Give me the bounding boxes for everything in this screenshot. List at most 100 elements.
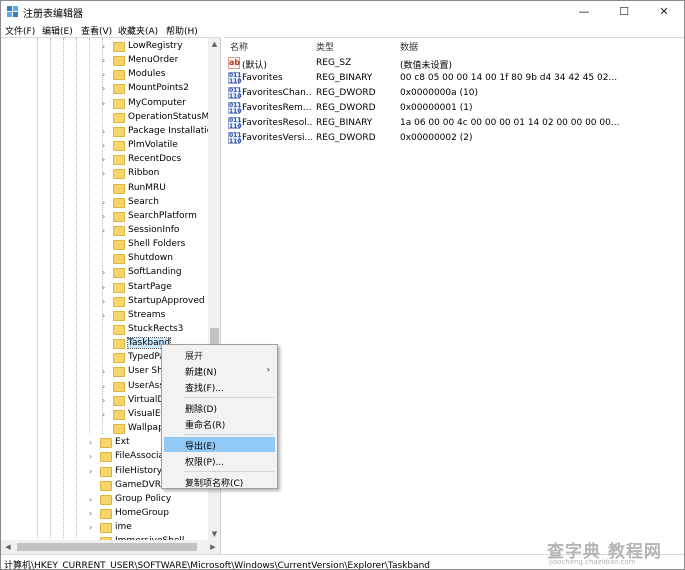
folder-icon [100,508,112,519]
expand-chevron-icon[interactable]: › [102,198,110,208]
value-data: 0x0000000a (10) [400,88,478,98]
context-menu-item[interactable]: 新建(N) › [164,363,275,378]
value-name: (默认) [242,61,268,71]
menu-edit[interactable]: 编辑(E) [42,24,73,37]
value-row[interactable]: 011 110 FavoritesVersi... REG_DWORD 0x00000… [224,131,684,146]
expand-chevron-icon[interactable]: › [102,311,110,321]
expand-chevron-icon[interactable]: › [102,367,110,377]
menu-view[interactable]: 查看(V) [81,24,112,37]
expand-chevron-icon[interactable]: › [102,410,110,420]
tree-item[interactable]: OperationStatusMa [1,111,215,125]
tree-item[interactable]: › MenuOrder [1,54,208,68]
tree-item-label: StuckRects3 [128,324,184,334]
expand-chevron-icon[interactable]: › [89,452,97,462]
context-menu-item[interactable]: 展开 [164,347,275,362]
tree-item[interactable]: StuckRects3 [1,323,208,337]
context-menu-item[interactable]: 重命名(R) [164,416,275,431]
column-name[interactable]: 名称 [230,40,248,53]
expand-chevron-icon[interactable]: › [102,70,110,80]
maximize-button[interactable]: ☐ [604,1,644,23]
scroll-left-icon[interactable]: ◀ [1,540,15,554]
tree-item[interactable]: › Group Policy [1,493,208,507]
context-menu-item-label: 展开 [185,352,204,362]
tree-item-label: RunMRU [128,182,166,193]
context-menu-item[interactable]: 复制项名称(C) [164,474,275,489]
tree-item-label: UserAss [128,380,165,391]
tree-item[interactable]: › MountPoints2 [1,82,208,96]
expand-chevron-icon[interactable]: › [102,127,110,137]
tree-item[interactable]: › SoftLanding [1,266,208,280]
context-menu-item[interactable]: 删除(D) [164,400,275,415]
minimize-button[interactable]: — [564,1,604,23]
value-row[interactable]: 011 110 FavoritesChan... REG_DWORD 0x000000… [224,86,684,101]
title-bar[interactable]: 注册表编辑器 — ☐ ✕ [1,1,684,23]
expand-chevron-icon[interactable]: › [102,283,110,293]
expand-chevron-icon[interactable]: › [89,438,97,448]
expand-chevron-icon[interactable]: › [102,212,110,222]
expand-chevron-icon[interactable]: › [89,523,97,533]
expand-chevron-icon[interactable]: › [102,56,110,66]
expand-chevron-icon[interactable]: › [102,169,110,179]
column-data[interactable]: 数据 [400,40,418,53]
value-row[interactable]: ab (默认) REG_SZ (数值未设置) [224,56,684,71]
context-menu-item-label: 导出(E) [185,442,216,452]
context-menu-item[interactable]: 查找(F)... [164,379,275,394]
tree-item[interactable]: Shell Folders [1,238,208,252]
tree-item[interactable]: RunMRU [1,182,208,196]
tree-item[interactable]: › Package Installation [1,125,218,139]
tree-item[interactable]: › HomeGroup [1,507,208,521]
expand-chevron-icon[interactable]: › [102,141,110,151]
folder-icon [113,211,125,222]
tree-item[interactable]: › Search [1,196,208,210]
value-row[interactable]: 011 110 FavoritesRem... REG_DWORD 0x0000000… [224,101,684,116]
column-type[interactable]: 类型 [316,40,334,53]
menu-favorites[interactable]: 收藏夹(A) [118,24,158,37]
expand-chevron-icon[interactable]: › [102,297,110,307]
menu-bar: 文件(F) 编辑(E) 查看(V) 收藏夹(A) 帮助(H) [1,23,684,37]
context-menu-item[interactable]: 导出(E) [164,437,275,452]
values-list-pane[interactable]: 名称 类型 数据 ab (默认) REG_SZ (数值未设置) 011 110 Favor… [224,37,684,554]
hscroll-thumb[interactable] [17,543,197,551]
expand-chevron-icon[interactable]: › [102,84,110,94]
tree-item[interactable]: › SessionInfo [1,224,208,238]
tree-item[interactable]: › PlmVolatile [1,139,208,153]
tree-item[interactable]: › StartupApproved [1,295,208,309]
expand-chevron-icon[interactable]: › [89,467,97,477]
tree-item-label: StartupApproved [128,295,205,306]
context-menu-item[interactable]: 权限(P)... [164,453,275,468]
menu-help[interactable]: 帮助(H) [166,24,198,37]
expand-chevron-icon[interactable]: › [102,42,110,52]
expand-chevron-icon[interactable]: › [89,495,97,505]
tree-item[interactable]: › ime [1,521,208,535]
scroll-up-icon[interactable]: ▲ [208,38,220,51]
tree-item[interactable]: › MyComputer [1,97,208,111]
expand-chevron-icon[interactable]: › [89,509,97,519]
scroll-right-icon[interactable]: ▶ [206,540,220,554]
tree-item[interactable]: Shutdown [1,252,208,266]
tree-item[interactable]: › StartPage [1,281,208,295]
tree-item[interactable]: › Streams [1,309,208,323]
tree-item[interactable]: › SearchPlatform [1,210,208,224]
expand-chevron-icon[interactable]: › [102,396,110,406]
expand-chevron-icon[interactable]: › [102,155,110,165]
tree-item[interactable]: › Modules [1,68,208,82]
context-menu-item-label: 删除(D) [185,405,217,415]
close-button[interactable]: ✕ [644,1,684,23]
value-row[interactable]: 011 110 Favorites REG_BINARY 00 c8 05 00 00… [224,71,684,86]
scroll-down-icon[interactable]: ▼ [208,528,220,540]
expand-chevron-icon[interactable]: › [102,226,110,236]
submenu-arrow-icon: › [266,365,270,374]
tree-item[interactable]: › RecentDocs [1,153,208,167]
folder-icon [113,197,125,208]
folder-icon [113,353,125,364]
folder-icon [100,494,112,505]
value-row[interactable]: 011 110 FavoritesResol... REG_BINARY 1a 06 … [224,116,684,131]
context-menu-item-label: 重命名(R) [185,421,226,431]
tree-item[interactable]: › LowRegistry [1,40,208,54]
menu-file[interactable]: 文件(F) [5,24,35,37]
expand-chevron-icon[interactable]: › [102,268,110,278]
tree-horizontal-scrollbar[interactable]: ◀ ▶ [1,540,221,554]
tree-item[interactable]: › Ribbon [1,167,208,181]
expand-chevron-icon[interactable]: › [102,382,110,392]
expand-chevron-icon[interactable]: › [102,99,110,109]
